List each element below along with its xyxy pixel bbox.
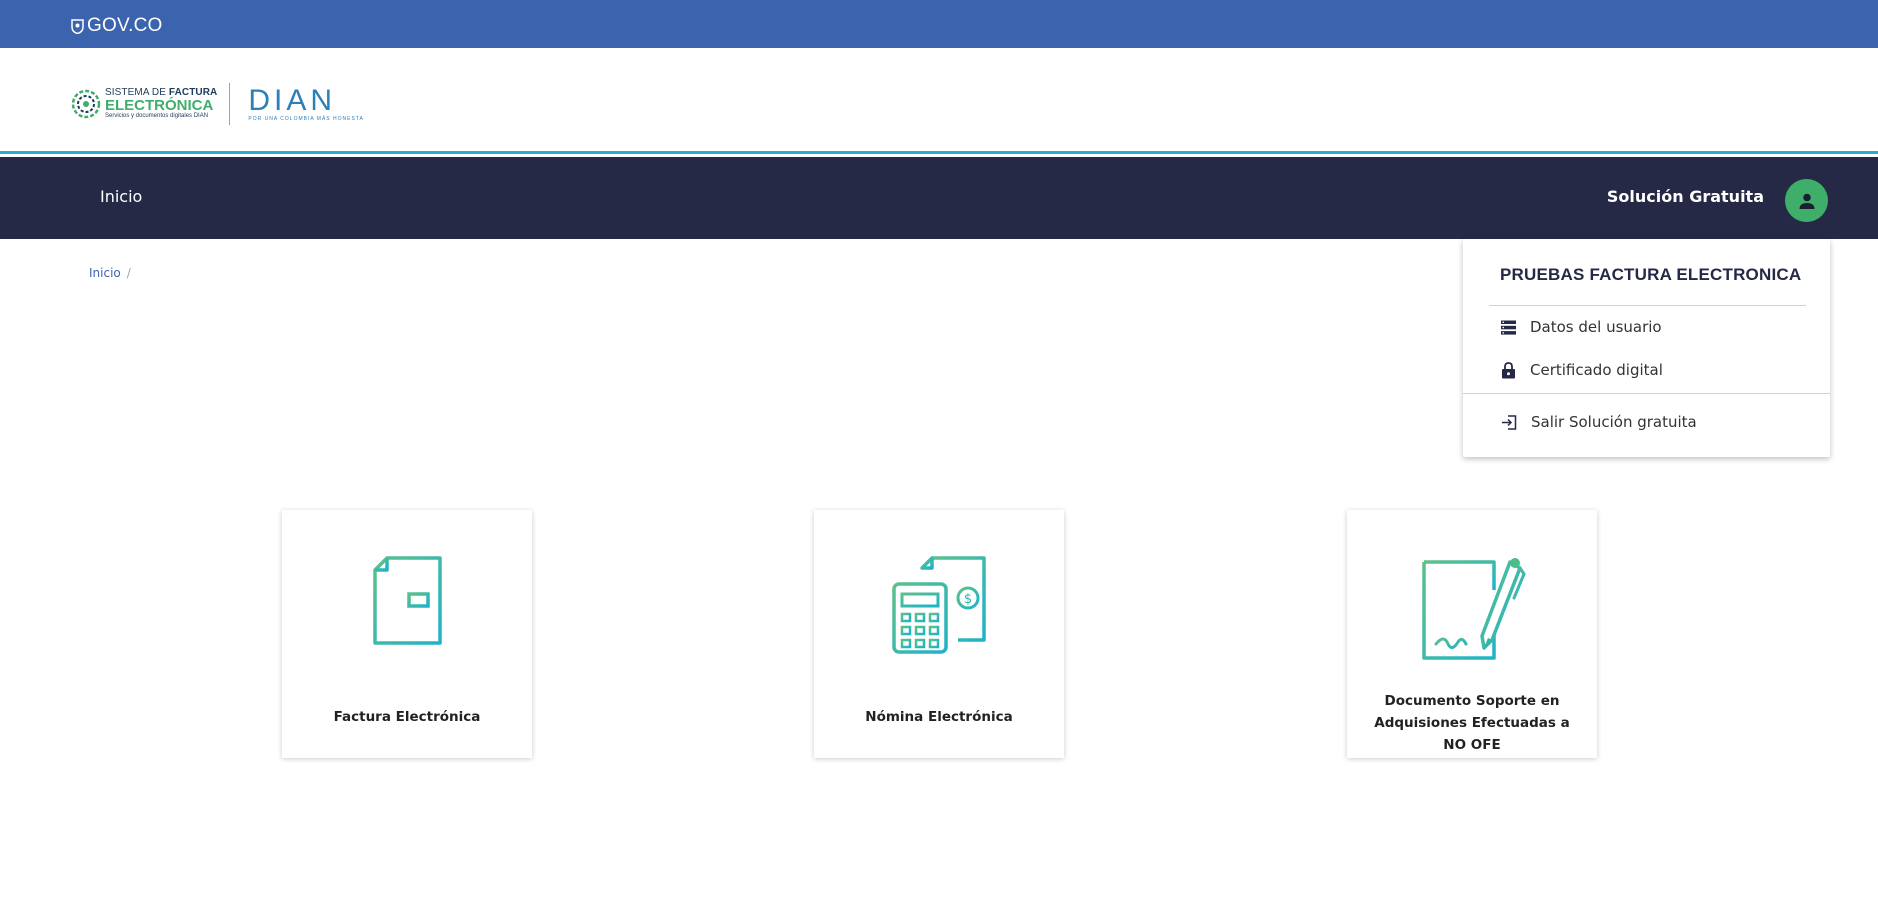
breadcrumb-home-link[interactable]: Inicio: [89, 266, 121, 280]
nav-home-link[interactable]: Inicio: [100, 187, 142, 206]
gov-co-logo[interactable]: GOV.CO: [71, 16, 162, 36]
logout-icon: [1502, 414, 1517, 430]
user-avatar-button[interactable]: [1785, 179, 1828, 222]
main-navbar: Inicio Solución Gratuita: [0, 157, 1878, 239]
dian-logo-word: DIAN: [248, 84, 337, 117]
lock-icon: [1502, 361, 1515, 378]
dian-logo-tagline: POR UNA COLOMBIA MÁS HONESTA: [248, 116, 364, 122]
brand-divider: [229, 83, 231, 125]
factura-electronica-logo-text: SISTEMA DE FACTURA ELECTRÓNICA Servicios…: [105, 87, 218, 120]
menu-divider: [1489, 305, 1806, 306]
signed-document-icon: [1422, 558, 1526, 660]
user-dropdown-menu: PRUEBAS FACTURA ELECTRONICA Datos del us…: [1463, 239, 1830, 457]
card-nomina-electronica[interactable]: $ Nómina Electrónica: [814, 510, 1064, 758]
brand-header: SISTEMA DE FACTURA ELECTRÓNICA Servicios…: [0, 48, 1878, 154]
card-label: Factura Electrónica: [333, 709, 481, 725]
gov-co-text: GOV.CO: [87, 15, 163, 36]
menu-item-label: Datos del usuario: [1530, 318, 1662, 336]
list-icon: [1501, 320, 1516, 335]
menu-item-user-data[interactable]: Datos del usuario: [1501, 318, 1662, 336]
invoice-icon: [373, 556, 442, 645]
user-icon: [1799, 193, 1814, 209]
brand-logos: SISTEMA DE FACTURA ELECTRÓNICA Servicios…: [71, 83, 364, 125]
card-factura-electronica[interactable]: Factura Electrónica: [282, 510, 532, 758]
svg-text:$: $: [964, 592, 972, 607]
colombia-shield-icon: [71, 18, 84, 34]
card-label: Nómina Electrónica: [865, 709, 1013, 725]
solution-label: Solución Gratuita: [1606, 187, 1764, 206]
menu-item-digital-certificate[interactable]: Certificado digital: [1501, 361, 1663, 379]
menu-item-label: Salir Solución gratuita: [1531, 413, 1697, 431]
menu-item-label: Certificado digital: [1530, 361, 1663, 379]
menu-item-logout[interactable]: Salir Solución gratuita: [1501, 413, 1697, 431]
card-label: Documento Soporte en Adquisiones Efectua…: [1374, 693, 1570, 753]
gov-co-bar: GOV.CO: [0, 0, 1878, 48]
card-documento-soporte[interactable]: Documento Soporte en Adquisiones Efectua…: [1347, 510, 1597, 758]
payroll-calculator-icon: $: [892, 556, 986, 654]
factura-electronica-logo-icon: [71, 89, 101, 119]
menu-divider: [1463, 393, 1830, 394]
breadcrumb: Inicio /: [89, 266, 131, 280]
user-menu-title: PRUEBAS FACTURA ELECTRONICA: [1500, 265, 1802, 284]
dian-logo: DIAN POR UNA COLOMBIA MÁS HONESTA: [248, 84, 364, 123]
breadcrumb-separator: /: [126, 266, 131, 280]
